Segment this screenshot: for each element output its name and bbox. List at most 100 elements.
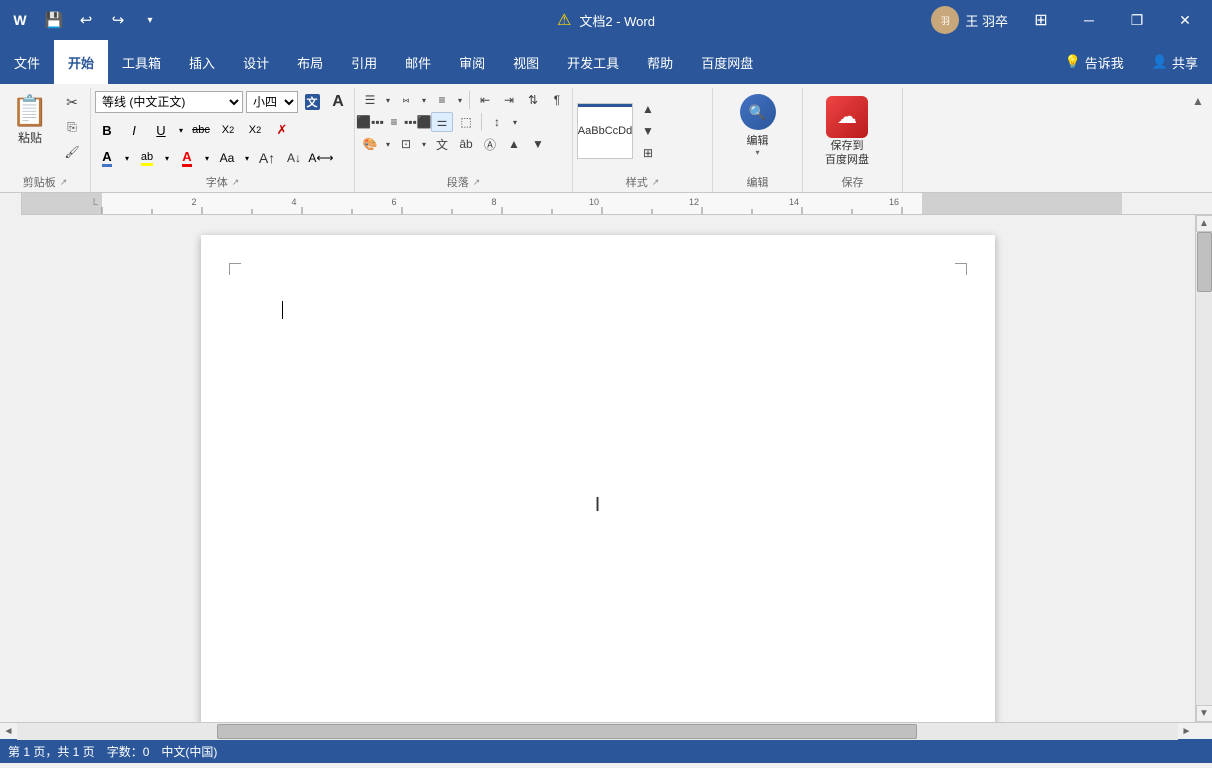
menu-view[interactable]: 视图 xyxy=(499,40,553,84)
char-spacing-button[interactable]: A⟷ xyxy=(309,146,333,170)
grow-font-button[interactable]: A↑ xyxy=(255,146,279,170)
scroll-left-button[interactable]: ◄ xyxy=(0,723,17,740)
decrease-para-button[interactable]: ▼ xyxy=(527,134,549,154)
bullets-button[interactable]: ☰ xyxy=(359,90,381,110)
line-spacing-button[interactable]: ↕ xyxy=(486,112,508,132)
text-color-dropdown[interactable]: ▾ xyxy=(122,146,132,170)
superscript-button[interactable]: X2 xyxy=(243,118,267,142)
undo-button[interactable]: ↩ xyxy=(72,6,100,34)
redo-button[interactable]: ↪ xyxy=(104,6,132,34)
menu-developer[interactable]: 开发工具 xyxy=(553,40,633,84)
shrink-font-button[interactable]: A↓ xyxy=(282,146,306,170)
styles-expander[interactable]: ↗ xyxy=(652,177,660,188)
scroll-track[interactable] xyxy=(1196,232,1212,705)
document-page[interactable]: I xyxy=(201,235,995,722)
paragraph-expander[interactable]: ↗ xyxy=(473,177,481,188)
align-left-button[interactable]: ⬛▪▪▪ xyxy=(359,112,381,132)
menu-mailings[interactable]: 邮件 xyxy=(391,40,445,84)
close-button[interactable]: ✕ xyxy=(1162,0,1208,40)
clear-format-button[interactable]: ✗ xyxy=(270,118,294,142)
font-color-dropdown[interactable]: ▾ xyxy=(202,146,212,170)
menu-insert[interactable]: 插入 xyxy=(175,40,229,84)
pinyin-button[interactable]: āb xyxy=(455,134,477,154)
user-avatar: 羽 xyxy=(931,6,959,34)
shading-dropdown[interactable]: ▾ xyxy=(383,134,393,154)
share-button[interactable]: 👤 共享 xyxy=(1138,40,1212,84)
tell-me-button[interactable]: 💡 告诉我 xyxy=(1051,40,1138,84)
menu-design[interactable]: 设计 xyxy=(229,40,283,84)
menu-toolbox[interactable]: 工具箱 xyxy=(108,40,175,84)
change-case-button[interactable]: Aa xyxy=(215,146,239,170)
strikethrough-button[interactable]: abc xyxy=(189,118,213,142)
menu-review[interactable]: 审阅 xyxy=(445,40,499,84)
multilevel-dropdown[interactable]: ▾ xyxy=(455,90,465,110)
shading-button[interactable]: 🎨 xyxy=(359,134,381,154)
styles-scroll-up[interactable]: ▲ xyxy=(637,99,659,119)
copy-button[interactable]: ⎘ xyxy=(58,115,86,139)
styles-more[interactable]: ⊞ xyxy=(637,143,659,163)
italic-button[interactable]: I xyxy=(122,118,146,142)
sort-button[interactable]: ⇅ xyxy=(522,90,544,110)
font-size-select[interactable]: 小四 xyxy=(246,91,298,113)
menu-baidu[interactable]: 百度网盘 xyxy=(687,40,767,84)
borders-button[interactable]: ⊡ xyxy=(395,134,417,154)
line-spacing-dropdown[interactable]: ▾ xyxy=(510,112,520,132)
underline-button[interactable]: U xyxy=(149,118,173,142)
distribute-button[interactable]: ⬚ xyxy=(455,112,477,132)
customize-qat-button[interactable]: ▾ xyxy=(136,6,164,34)
font-color-button[interactable]: A xyxy=(175,146,199,170)
text-cursor-position[interactable] xyxy=(281,301,283,320)
increase-indent-button[interactable]: ⇥ xyxy=(498,90,520,110)
decrease-indent-button[interactable]: ⇤ xyxy=(474,90,496,110)
menu-references[interactable]: 引用 xyxy=(337,40,391,84)
change-case-dropdown[interactable]: ▾ xyxy=(242,146,252,170)
multilevel-button[interactable]: ≡ xyxy=(431,90,453,110)
increase-para-button[interactable]: ▲ xyxy=(503,134,525,154)
align-right-button[interactable]: ▪▪▪⬛ xyxy=(407,112,429,132)
scroll-right-button[interactable]: ► xyxy=(1178,723,1195,740)
user-area[interactable]: 羽 王 羽卒 xyxy=(923,0,1016,40)
minimize-button[interactable]: ─ xyxy=(1066,0,1112,40)
underline-dropdown[interactable]: ▾ xyxy=(176,118,186,142)
menu-file[interactable]: 文件 xyxy=(0,40,54,84)
ribbon-collapse-button[interactable]: ▲ xyxy=(1184,88,1212,108)
paste-button[interactable]: 📋 粘贴 xyxy=(4,90,56,150)
cut-button[interactable]: ✂ xyxy=(58,90,86,114)
highlight-dropdown[interactable]: ▾ xyxy=(162,146,172,170)
justify-button[interactable]: ⚌ xyxy=(431,112,453,132)
group-window-button[interactable]: ⊞ xyxy=(1018,0,1064,40)
chinese-layout-button[interactable]: 文 xyxy=(431,134,453,154)
numbering-dropdown[interactable]: ▾ xyxy=(419,90,429,110)
font-name-select[interactable]: 等线 (中文正文) xyxy=(95,91,243,113)
align-center-button[interactable]: ≡ xyxy=(383,112,405,132)
highlight-button[interactable]: ab xyxy=(135,146,159,170)
borders-dropdown[interactable]: ▾ xyxy=(419,134,429,154)
subscript-button[interactable]: X2 xyxy=(216,118,240,142)
h-scroll-thumb[interactable] xyxy=(217,724,917,739)
i-beam-cursor[interactable]: I xyxy=(595,495,601,515)
save-baidu-button[interactable]: ☁ 保存到百度网盘 xyxy=(807,91,887,172)
show-marks-button[interactable]: ¶ xyxy=(546,90,568,110)
increase-font-button[interactable]: A xyxy=(326,90,350,114)
font-expander[interactable]: ↗ xyxy=(232,177,240,188)
encircle-button[interactable]: Ⓐ xyxy=(479,134,501,154)
scroll-down-button[interactable]: ▼ xyxy=(1196,705,1212,722)
scroll-thumb[interactable] xyxy=(1197,232,1212,292)
clipboard-expander[interactable]: ↗ xyxy=(60,177,68,188)
styles-scroll-down[interactable]: ▼ xyxy=(637,121,659,141)
text-color-button[interactable]: A xyxy=(95,146,119,170)
menu-layout[interactable]: 布局 xyxy=(283,40,337,84)
styles-pane-button[interactable]: 🔍 编辑 ▾ xyxy=(731,90,785,161)
styles-button[interactable]: AaBbCcDd xyxy=(577,103,633,159)
wenzhang-button[interactable]: 文 xyxy=(301,91,323,113)
bold-button[interactable]: B xyxy=(95,118,119,142)
h-scroll-track[interactable] xyxy=(17,723,1178,740)
scroll-up-button[interactable]: ▲ xyxy=(1196,215,1212,232)
restore-button[interactable]: ❐ xyxy=(1114,0,1160,40)
numbering-button[interactable]: ⑅ xyxy=(395,90,417,110)
format-painter-button[interactable]: 🖌 xyxy=(58,140,86,164)
menu-help[interactable]: 帮助 xyxy=(633,40,687,84)
save-qat-button[interactable]: 💾 xyxy=(40,6,68,34)
bullets-dropdown[interactable]: ▾ xyxy=(383,90,393,110)
menu-home[interactable]: 开始 xyxy=(54,40,108,84)
